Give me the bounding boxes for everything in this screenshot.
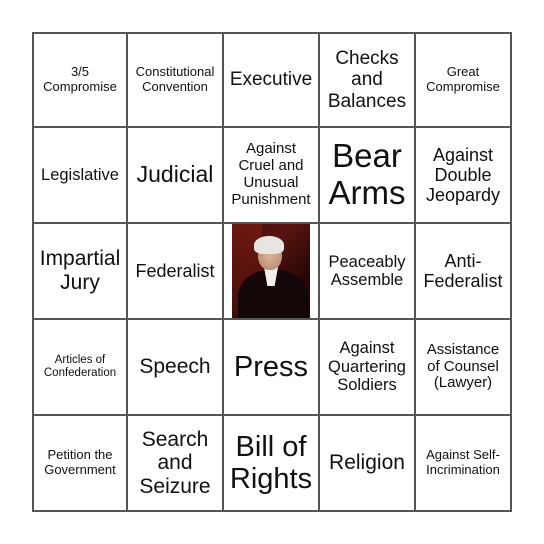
bingo-cell[interactable]: Checks and Balances [320, 32, 416, 128]
cell-label: Executive [229, 69, 313, 91]
bingo-cell[interactable]: Speech [128, 320, 224, 416]
bingo-cell[interactable]: Against Self- Incrimination [416, 416, 512, 512]
bingo-cell[interactable]: Federalist [128, 224, 224, 320]
bingo-cell[interactable]: Articles of Confederation [32, 320, 128, 416]
bingo-cell[interactable]: Search and Seizure [128, 416, 224, 512]
bingo-cell[interactable]: Impartial Jury [32, 224, 128, 320]
cell-label: Constitutional Convention [135, 64, 215, 94]
bingo-cell[interactable]: Assistance of Counsel (Lawyer) [416, 320, 512, 416]
cell-label: Search and Seizure [139, 427, 211, 498]
cell-label: Against Cruel and Unusual Punishment [231, 140, 311, 208]
cell-label: Anti- Federalist [423, 250, 503, 291]
cell-label: Articles of Confederation [43, 354, 117, 379]
bingo-cell[interactable]: Against Cruel and Unusual Punishment [224, 128, 320, 224]
free-space-cell[interactable] [224, 224, 320, 320]
cell-label: Impartial Jury [39, 247, 121, 294]
bingo-cell[interactable]: Bear Arms [320, 128, 416, 224]
cell-label: 3/5 Compromise [43, 64, 117, 94]
cell-label: Assistance of Counsel (Lawyer) [426, 340, 500, 392]
bingo-cell[interactable]: Executive [224, 32, 320, 128]
bingo-cell[interactable]: Anti- Federalist [416, 224, 512, 320]
bingo-cell[interactable]: Against Quartering Soldiers [320, 320, 416, 416]
bingo-cell[interactable]: Great Compromise [416, 32, 512, 128]
bingo-cell[interactable]: Legislative [32, 128, 128, 224]
cell-label: Judicial [136, 161, 214, 188]
cell-label: Bill of Rights [229, 430, 313, 495]
bingo-cell[interactable]: Petition the Government [32, 416, 128, 512]
cell-label: Speech [139, 355, 211, 379]
bingo-cell[interactable]: Bill of Rights [224, 416, 320, 512]
cell-label: Against Self- Incrimination [426, 447, 500, 477]
cell-label: Petition the Government [44, 447, 116, 477]
bingo-cell[interactable]: Judicial [128, 128, 224, 224]
bingo-board: 3/5 Compromise Constitutional Convention… [32, 32, 512, 512]
cell-label: Federalist [135, 260, 215, 281]
bingo-cell[interactable]: 3/5 Compromise [32, 32, 128, 128]
bingo-cell[interactable]: Peaceably Assemble [320, 224, 416, 320]
portrait-image [232, 224, 310, 318]
bingo-cell[interactable]: Press [224, 320, 320, 416]
cell-label: Press [233, 350, 309, 383]
cell-label: Against Quartering Soldiers [328, 339, 406, 395]
bingo-cell[interactable]: Against Double Jeopardy [416, 128, 512, 224]
cell-label: Religion [329, 451, 405, 475]
cell-label: Peaceably Assemble [328, 252, 406, 289]
portrait-hair [254, 236, 284, 254]
cell-label: Legislative [41, 165, 119, 184]
bingo-cell[interactable]: Religion [320, 416, 416, 512]
cell-label: Bear Arms [328, 137, 406, 211]
cell-label: Against Double Jeopardy [425, 144, 501, 206]
cell-label: Great Compromise [426, 64, 500, 94]
cell-label: Checks and Balances [327, 48, 407, 112]
bingo-cell[interactable]: Constitutional Convention [128, 32, 224, 128]
